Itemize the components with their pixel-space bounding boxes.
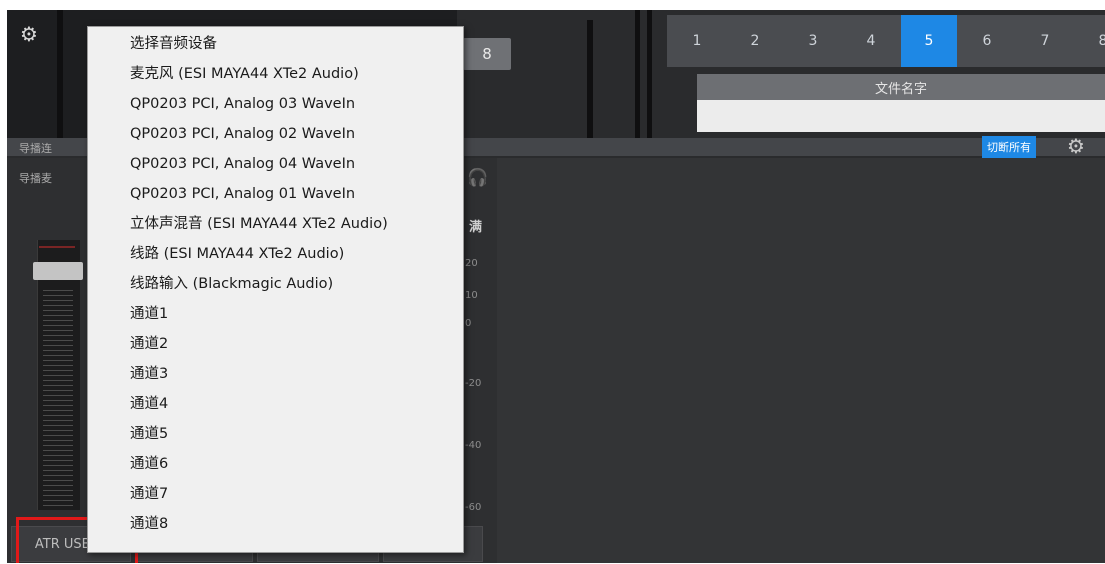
channel-8-button[interactable]: 8 [463,38,511,70]
dropdown-item[interactable]: 通道4 [130,389,168,419]
headphone-icon[interactable]: 🎧 [467,168,488,188]
scale-label: 0 [465,318,472,329]
channel-selector: 1 2 3 4 5 6 7 8 [667,15,1105,67]
scale-label: -20 [465,378,482,389]
volume-fader-knob[interactable] [33,262,83,280]
channel-tab-4[interactable]: 4 [843,15,899,67]
channel-tab-7[interactable]: 7 [1017,15,1073,67]
divider [57,10,63,138]
fader-ticks [43,290,73,510]
dropdown-item[interactable]: 通道3 [130,359,168,389]
dropdown-item[interactable]: 麦克风 (ESI MAYA44 XTe2 Audio) [130,59,359,89]
dropdown-item[interactable]: QP0203 PCI, Analog 03 WaveIn [130,89,355,119]
divider [587,20,593,138]
dropdown-item[interactable]: 通道2 [130,329,168,359]
cut-all-button[interactable]: 切断所有 [982,136,1036,158]
dropdown-item[interactable]: 立体声混音 (ESI MAYA44 XTe2 Audio) [130,209,388,239]
dropdown-item[interactable]: 通道7 [130,479,168,509]
toolbar-label: 导播连 [19,142,52,155]
scale-max-label: 满 [469,220,483,235]
channel-tab-2[interactable]: 2 [727,15,783,67]
gear-icon[interactable]: ⚙ [20,24,38,44]
dropdown-item[interactable]: 通道8 [130,509,168,539]
audio-mixer-window: ⚙ 8 1 2 3 4 5 6 7 8 文件名字 导播连 切断所有 ⚙ 导播麦 … [7,10,1105,563]
scale-label: -40 [465,440,482,451]
divider [635,10,640,138]
dropdown-item[interactable]: QP0203 PCI, Analog 02 WaveIn [130,119,355,149]
dropdown-item-header[interactable]: 选择音频设备 [130,29,217,59]
dropdown-item[interactable]: 通道1 [130,299,168,329]
filename-header: 文件名字 [697,74,1105,100]
clip-indicator [39,246,75,248]
scale-label: 20 [465,258,478,269]
channel-label: 导播麦 [19,172,52,185]
dropdown-item[interactable]: 线路输入 (Blackmagic Audio) [130,269,333,299]
dropdown-item[interactable]: 线路 (ESI MAYA44 XTe2 Audio) [130,239,344,269]
content-panel [497,158,1105,563]
dropdown-item[interactable]: QP0203 PCI, Analog 01 WaveIn [130,179,355,209]
dropdown-item[interactable]: QP0203 PCI, Analog 04 WaveIn [130,149,355,179]
audio-device-dropdown[interactable]: 选择音频设备 麦克风 (ESI MAYA44 XTe2 Audio) QP020… [87,26,464,553]
dropdown-item[interactable]: 通道6 [130,449,168,479]
dropdown-item[interactable]: 通道5 [130,419,168,449]
channel-tab-3[interactable]: 3 [785,15,841,67]
scale-label: -60 [465,502,482,513]
channel-tab-8[interactable]: 8 [1075,15,1105,67]
channel-tab-1[interactable]: 1 [669,15,725,67]
scale-label: 10 [465,290,478,301]
filename-list[interactable] [697,100,1105,132]
gear-icon[interactable]: ⚙ [1067,134,1085,158]
divider [647,10,652,138]
channel-tab-6[interactable]: 6 [959,15,1015,67]
channel-tab-5[interactable]: 5 [901,15,957,67]
